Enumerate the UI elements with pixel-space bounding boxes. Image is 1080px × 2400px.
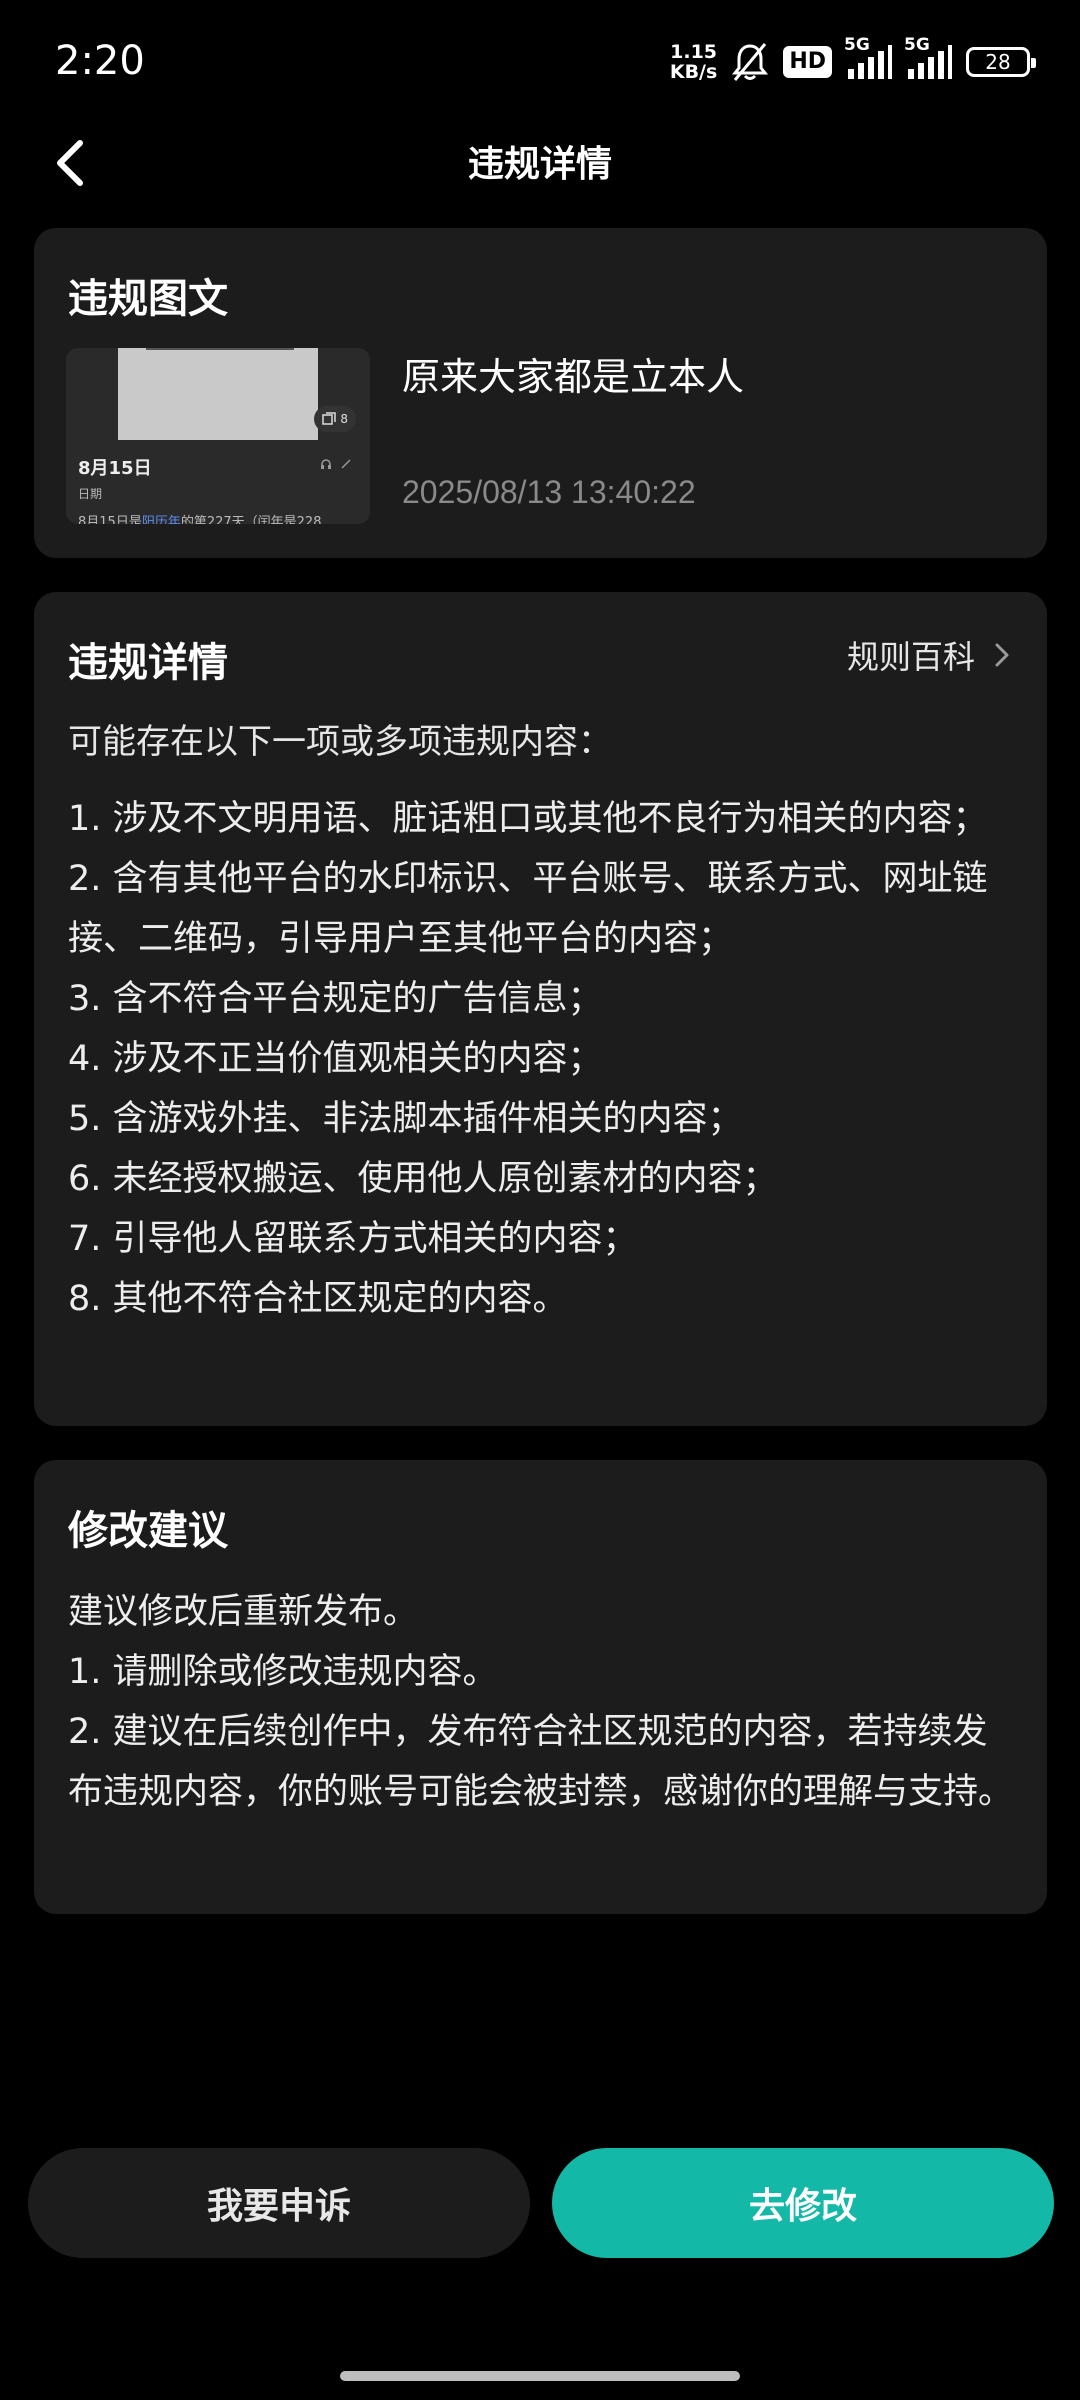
home-indicator[interactable] bbox=[340, 2371, 740, 2381]
headphone-icon bbox=[321, 459, 331, 469]
status-time: 2:20 bbox=[55, 38, 145, 84]
nav-bar: 违规详情 bbox=[0, 125, 1080, 200]
image-count: 8 bbox=[340, 412, 348, 426]
list-item: 3. 含不符合平台规定的广告信息； bbox=[68, 979, 603, 1019]
appeal-button[interactable]: 我要申诉 bbox=[28, 2148, 530, 2258]
status-bar: 2:20 1.15 KB/s HD 5G 5G 28 bbox=[0, 0, 1080, 125]
thumbnail-image-edge bbox=[146, 348, 294, 351]
list-item: 2. 含有其他平台的水印标识、平台账号、联系方式、网址链接、二维码，引导用户至其… bbox=[68, 859, 988, 959]
signal-label: 5G bbox=[904, 35, 930, 55]
gallery-icon bbox=[322, 412, 337, 425]
list-item: 5. 含游戏外挂、非法脚本插件相关的内容； bbox=[68, 1099, 743, 1139]
thumbnail-text: 8月15日是阳历年的第227天（闰年是228 bbox=[78, 511, 321, 524]
list-item: 4. 涉及不正当价值观相关的内容； bbox=[68, 1039, 603, 1079]
post-title[interactable]: 原来大家都是立本人 bbox=[402, 346, 744, 401]
violation-post-card: 违规图文 8 8月15日 日期 8月15日是阳历年的第227天（闰年是228 原… bbox=[34, 228, 1047, 558]
thumbnail-date: 8月15日 bbox=[78, 458, 152, 479]
status-icons: 1.15 KB/s HD 5G 5G 28 bbox=[670, 35, 1036, 84]
list-item: 7. 引导他人留联系方式相关的内容； bbox=[68, 1219, 638, 1259]
violation-post-title: 违规图文 bbox=[68, 276, 228, 322]
list-item: 6. 未经授权搬运、使用他人原创素材的内容； bbox=[68, 1159, 778, 1199]
thumbnail-text-highlight: 阳历年 bbox=[141, 515, 181, 524]
post-thumbnail[interactable]: 8 8月15日 日期 8月15日是阳历年的第227天（闰年是228 bbox=[66, 348, 370, 524]
signal-5g-2: 5G bbox=[904, 35, 952, 79]
violation-intro: 可能存在以下一项或多项违规内容： bbox=[68, 722, 612, 762]
suggestion-card: 修改建议 建议修改后重新发布。 1. 请删除或修改违规内容。 2. 建议在后续创… bbox=[34, 1460, 1047, 1914]
edit-icon bbox=[341, 459, 351, 469]
violation-details-title: 违规详情 bbox=[68, 640, 228, 686]
thumbnail-icons bbox=[320, 458, 352, 470]
thumbnail-text-suffix: 的第227天（闰年是228 bbox=[180, 515, 322, 524]
signal-5g-1: 5G bbox=[844, 35, 892, 79]
suggestion-list: 建议修改后重新发布。 1. 请删除或修改违规内容。 2. 建议在后续创作中，发布… bbox=[68, 1582, 1018, 1822]
net-speed-unit: KB/s bbox=[669, 61, 718, 83]
post-timestamp: 2025/08/13 13:40:22 bbox=[402, 474, 696, 510]
list-item: 8. 其他不符合社区规定的内容。 bbox=[68, 1279, 568, 1319]
signal-label: 5G bbox=[844, 35, 870, 55]
net-speed-value: 1.15 bbox=[670, 41, 718, 63]
page-title: 违规详情 bbox=[467, 144, 612, 185]
battery-indicator: 28 bbox=[966, 47, 1036, 77]
list-item: 建议修改后重新发布。 bbox=[68, 1592, 419, 1632]
rules-link-label: 规则百科 bbox=[846, 638, 975, 676]
image-count-badge: 8 bbox=[314, 406, 356, 432]
rules-encyclopedia-link[interactable]: 规则百科 bbox=[847, 632, 1011, 678]
thumbnail-text-prefix: 8月15日是 bbox=[78, 515, 142, 524]
hd-voice-badge: HD bbox=[783, 46, 832, 78]
modify-button[interactable]: 去修改 bbox=[552, 2148, 1054, 2258]
list-item: 2. 建议在后续创作中，发布符合社区规范的内容，若持续发布违规内容，你的账号可能… bbox=[68, 1712, 1014, 1812]
list-item: 1. 涉及不文明用语、脏话粗口或其他不良行为相关的内容； bbox=[68, 799, 988, 839]
thumbnail-subtitle: 日期 bbox=[78, 487, 103, 501]
chevron-right-icon bbox=[995, 643, 1009, 667]
thumbnail-image bbox=[118, 348, 318, 440]
violation-list: 1. 涉及不文明用语、脏话粗口或其他不良行为相关的内容； 2. 含有其他平台的水… bbox=[68, 789, 1018, 1329]
list-item: 1. 请删除或修改违规内容。 bbox=[68, 1652, 498, 1692]
bell-muted-icon bbox=[732, 43, 769, 81]
suggestion-title: 修改建议 bbox=[68, 1508, 228, 1554]
violation-details-card: 违规详情 规则百科 可能存在以下一项或多项违规内容： 1. 涉及不文明用语、脏话… bbox=[34, 592, 1047, 1426]
net-speed: 1.15 KB/s bbox=[670, 42, 717, 82]
